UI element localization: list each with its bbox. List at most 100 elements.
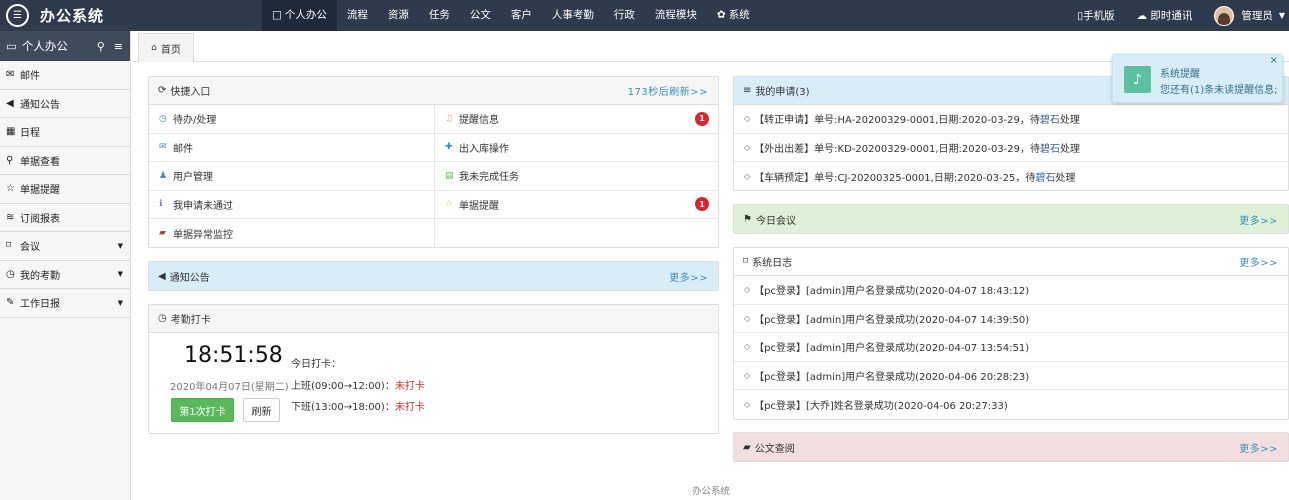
- toast-title: 系统提醒: [1160, 69, 1200, 80]
- syslog-more-link[interactable]: 更多>>: [1239, 254, 1278, 269]
- log-row[interactable]: ◇ 【pc登录】[admin]用户名登录成功(2020-04-07 13:54:5…: [734, 333, 1288, 362]
- nav-item-3[interactable]: 任务: [419, 0, 460, 31]
- nav-item-4[interactable]: 公文: [460, 0, 501, 31]
- home-icon: ⌂: [151, 43, 157, 53]
- quick-entry-item[interactable]: ℹ 我申请未通过: [149, 190, 435, 219]
- edit-icon: ✎: [6, 297, 15, 309]
- log-text: 【pc登录】[大乔]姓名登录成功(2020-04-06 20:27:33): [754, 400, 1008, 412]
- quick-entry-label: 用户管理: [173, 172, 213, 184]
- work-on-status: 未打卡: [394, 381, 425, 392]
- quick-entry-grid: ◷ 待办/处理 ♫ 提醒信息 1 ✉ 邮件 ✚ 出入库操作 ♟ 用户管理 ▤ 我未完成任务 ℹ 我申请未通过…: [149, 105, 719, 248]
- toast-message: 您还有(1)条未读提醒信息;: [1160, 85, 1278, 96]
- sidebar-item-1[interactable]: ◀ 通知公告: [0, 90, 130, 118]
- nav-item-7[interactable]: 行政: [604, 0, 645, 31]
- user-name[interactable]: 管理员: [1241, 8, 1273, 23]
- nav-item-5[interactable]: 客户: [501, 0, 542, 31]
- clock-icon: ◷: [158, 313, 167, 324]
- nav-item-2[interactable]: 资源: [378, 0, 419, 31]
- quick-entry-item[interactable]: ✚ 出入库操作: [435, 134, 719, 162]
- nav-label: 任务: [428, 9, 450, 21]
- nav-item-1[interactable]: 流程: [337, 0, 378, 31]
- work-off-row: 下班(13:00→18:00)：未打卡: [291, 398, 425, 413]
- bullet-icon: ◇: [744, 342, 751, 352]
- quick-entry-label: 待办/处理: [173, 115, 217, 127]
- notice-more-link[interactable]: 更多>>: [669, 269, 708, 284]
- bullet-icon: ◇: [744, 313, 751, 323]
- log-row[interactable]: ◇ 【pc登录】[admin]用户名登录成功(2020-04-07 14:39:5…: [734, 305, 1288, 333]
- nav-item-8[interactable]: 流程模块: [645, 0, 707, 31]
- attendance-header: ◷ 考勤打卡: [149, 305, 718, 333]
- log-text: 【pc登录】[admin]用户名登录成功(2020-04-07 18:43:12…: [754, 286, 1030, 298]
- nav-item-9[interactable]: ✿ 系统: [707, 0, 760, 31]
- search-icon[interactable]: ⚲: [97, 40, 105, 53]
- tab-home[interactable]: ⌂ 首页: [138, 33, 194, 62]
- mobile-link[interactable]: ▯手机版: [1077, 8, 1114, 23]
- sidebar-item-5[interactable]: ≋ 订阅报表: [0, 204, 130, 232]
- meeting-title: 今日会议: [755, 215, 796, 227]
- quick-entry-item[interactable]: ✉ 邮件: [149, 133, 435, 162]
- quick-entry-item[interactable]: ◷ 待办/处理: [149, 105, 435, 134]
- syslog-list: ◇ 【pc登录】[admin]用户名登录成功(2020-04-07 18:43:1…: [734, 276, 1288, 419]
- quick-entry-item[interactable]: ▤ 我未完成任务: [435, 162, 719, 191]
- sidebar-header: ▭ 个人办公 ⚲ ≡: [0, 31, 130, 61]
- current-time: 18:51:58: [184, 343, 283, 368]
- quick-entry-label: 邮件: [173, 143, 193, 155]
- punch-button[interactable]: 第1次打卡: [171, 398, 234, 422]
- book-icon: ▤: [445, 170, 454, 181]
- sidebar-item-4[interactable]: ☆ 单据提醒: [0, 175, 130, 204]
- application-row[interactable]: ◇ 【转正申请】单号:HA-20200329-0001,日期:2020-03-29…: [734, 105, 1288, 134]
- today-punch-label: 今日打卡：: [291, 359, 341, 370]
- documents-more-link[interactable]: 更多>>: [1239, 440, 1278, 455]
- quick-entry-item[interactable]: ♫ 提醒信息 1: [435, 105, 719, 134]
- application-text: 【车辆预定】单号:CJ-20200325-0001,日期:2020-03-25，…: [754, 172, 1036, 184]
- quick-entry-item[interactable]: ▰ 单据异常监控: [149, 219, 435, 248]
- sidebar-item-0[interactable]: ✉ 邮件: [0, 61, 130, 90]
- sidebar-item-label: 通知公告: [20, 99, 60, 111]
- monitor-icon: ▭: [6, 39, 17, 53]
- refresh-countdown-link[interactable]: 173秒后刷新>>: [628, 83, 708, 98]
- caret-down-icon: ▼: [117, 270, 123, 279]
- meeting-more-link[interactable]: 更多>>: [1239, 212, 1278, 227]
- bell-icon: ♪: [1124, 66, 1151, 93]
- bookmark-icon: ⌑: [743, 256, 749, 267]
- app-logo[interactable]: ☰ 办公系统: [6, 4, 104, 27]
- sidebar-item-2[interactable]: ▦ 日程: [0, 118, 130, 147]
- quick-entry-empty: [435, 219, 719, 248]
- bell-icon: ♫: [445, 113, 454, 124]
- quick-entry-label: 我申请未通过: [173, 200, 233, 212]
- application-row[interactable]: ◇ 【外出出差】单号:KD-20200329-0001,日期:2020-03-29…: [734, 134, 1288, 162]
- sidebar-item-6[interactable]: ⌑ 会议 ▼: [0, 232, 130, 261]
- sidebar-item-label: 会议: [20, 242, 40, 254]
- refresh-icon: ⟳: [158, 85, 167, 96]
- top-navbar: ☰ 办公系统 □ 个人办公 流程 资源 任务 公文 客户 人事考勤 行政 流程模块 ✿ 系统 ▯手机版…: [0, 0, 1289, 31]
- nav-label: 公文: [469, 9, 491, 21]
- sidebar-title: 个人办公: [21, 39, 68, 53]
- log-row[interactable]: ◇ 【pc登录】[admin]用户名登录成功(2020-04-06 20:28:2…: [734, 362, 1288, 390]
- sidebar-item-3[interactable]: ⚲ 单据查看: [0, 147, 130, 175]
- chat-link[interactable]: ☁ 即时通讯: [1137, 8, 1193, 23]
- chevron-down-icon[interactable]: ▼: [1279, 11, 1285, 20]
- system-log-panel: ⌑ 系统日志 更多>> ◇ 【pc登录】[admin]用户名登录成功(2020-0…: [733, 247, 1289, 420]
- nav-item-0[interactable]: □ 个人办公: [262, 0, 337, 31]
- quick-entry-item[interactable]: ☆ 单据提醒 1: [435, 191, 719, 219]
- bullet-icon: ◇: [744, 285, 751, 295]
- work-on-row: 上班(09:00→12:00)：未打卡: [291, 377, 425, 392]
- notification-toast[interactable]: ♪ 系统提醒 您还有(1)条未读提醒信息; ×: [1112, 54, 1283, 103]
- mobile-label: 手机版: [1083, 10, 1115, 22]
- quick-entry-item[interactable]: ♟ 用户管理: [149, 162, 435, 191]
- refresh-button[interactable]: 刷新: [243, 398, 280, 422]
- sidebar-item-label: 我的考勤: [20, 270, 60, 282]
- avatar[interactable]: [1214, 5, 1235, 26]
- log-row[interactable]: ◇ 【pc登录】[admin]用户名登录成功(2020-04-07 18:43:1…: [734, 276, 1288, 305]
- sidebar-item-7[interactable]: ◷ 我的考勤 ▼: [0, 261, 130, 289]
- gear-icon: ✿: [716, 9, 726, 21]
- applications-list: ◇ 【转正申请】单号:HA-20200329-0001,日期:2020-03-29…: [734, 105, 1288, 191]
- clock-icon: ◷: [6, 268, 15, 280]
- nav-item-6[interactable]: 人事考勤: [542, 0, 604, 31]
- close-icon[interactable]: ×: [1270, 55, 1278, 66]
- application-row[interactable]: ◇ 【车辆预定】单号:CJ-20200325-0001,日期:2020-03-25…: [734, 162, 1288, 191]
- menu-icon[interactable]: ≡: [114, 40, 123, 53]
- sidebar-item-8[interactable]: ✎ 工作日报 ▼: [0, 289, 130, 318]
- log-row[interactable]: ◇ 【pc登录】[大乔]姓名登录成功(2020-04-06 20:27:33): [734, 390, 1288, 419]
- bullet-icon: ◇: [744, 171, 751, 181]
